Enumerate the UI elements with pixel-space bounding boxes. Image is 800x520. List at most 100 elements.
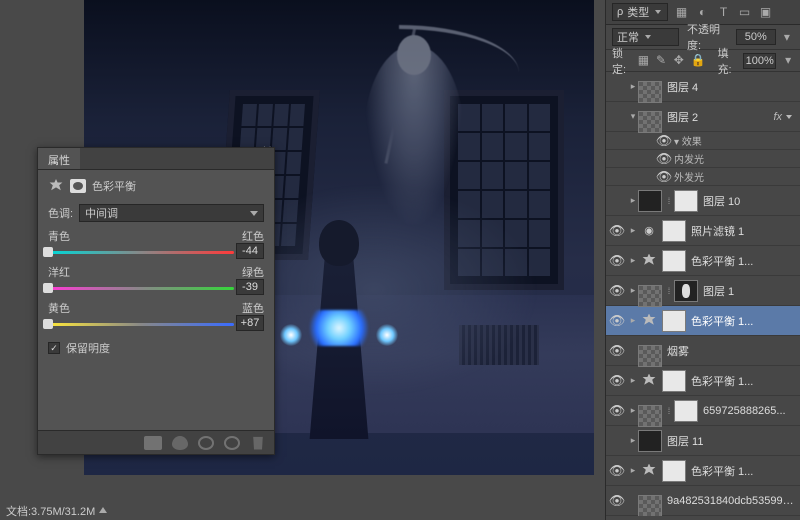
- layer-thumbnail[interactable]: [662, 460, 686, 482]
- slider-value[interactable]: -44: [236, 243, 264, 259]
- layer-row[interactable]: 👁 ▸ ◉ 照片滤镜 1: [606, 216, 800, 246]
- layer-name[interactable]: 图层 1: [700, 283, 796, 299]
- visibility-toggle[interactable]: 👁: [606, 493, 628, 509]
- visibility-toggle[interactable]: 👁: [606, 283, 628, 299]
- filter-adjust-icon[interactable]: ◐: [695, 5, 710, 20]
- tab-properties[interactable]: 属性: [38, 148, 80, 169]
- lock-pixels-icon[interactable]: ✎: [655, 53, 667, 68]
- visibility-toggle[interactable]: 👁: [606, 313, 628, 329]
- disclosure-triangle[interactable]: ▸: [628, 81, 638, 92]
- toggle-visibility-icon[interactable]: [172, 436, 188, 450]
- layer-row[interactable]: 👁 ▸ ⁞ 图层 1: [606, 276, 800, 306]
- layer-name[interactable]: 色彩平衡 1...: [688, 463, 796, 479]
- layer-row[interactable]: 👁 ▸ 色彩平衡 1...: [606, 456, 800, 486]
- blend-mode-select[interactable]: 正常: [612, 28, 679, 46]
- visibility-toggle[interactable]: 👁: [654, 151, 674, 167]
- disclosure-triangle[interactable]: ▸: [628, 225, 638, 236]
- disclosure-triangle[interactable]: ▸: [628, 255, 638, 266]
- preserve-luminosity-checkbox[interactable]: ✓ 保留明度: [48, 340, 264, 356]
- layer-thumbnail[interactable]: [638, 405, 662, 427]
- opacity-field[interactable]: 50%: [736, 29, 776, 45]
- effect-item[interactable]: 👁外发光: [606, 168, 800, 186]
- layer-thumbnail[interactable]: [662, 250, 686, 272]
- layer-thumbnail[interactable]: [674, 190, 698, 212]
- lock-all-icon[interactable]: 🔒: [691, 53, 706, 68]
- visibility-toggle[interactable]: 👁: [606, 403, 628, 419]
- layer-name[interactable]: 图层 11: [664, 433, 796, 449]
- layer-name[interactable]: 照片滤镜 1: [688, 223, 796, 239]
- layer-row[interactable]: 👁 9a482531840dcb535990...: [606, 486, 800, 516]
- fill-field[interactable]: 100%: [743, 53, 776, 69]
- layer-name[interactable]: 图层 4: [664, 79, 796, 95]
- tone-select[interactable]: 中间调: [79, 204, 264, 222]
- layer-row[interactable]: ▸ 图层 11: [606, 426, 800, 456]
- layer-thumbnail[interactable]: [638, 111, 662, 133]
- layer-thumbnail[interactable]: [674, 280, 698, 302]
- slider-value[interactable]: -39: [236, 279, 264, 295]
- visibility-toggle[interactable]: 👁: [606, 373, 628, 389]
- effect-item[interactable]: 👁内发光: [606, 150, 800, 168]
- filter-smart-icon[interactable]: ▣: [758, 5, 773, 20]
- color-slider[interactable]: -44: [48, 246, 264, 258]
- disclosure-triangle[interactable]: ▸: [628, 315, 638, 326]
- chevron-right-icon[interactable]: [99, 507, 107, 513]
- clip-to-layer-icon[interactable]: [144, 436, 162, 450]
- lock-position-icon[interactable]: ✥: [673, 53, 685, 68]
- layer-row[interactable]: ▸ ⁞ 图层 10: [606, 186, 800, 216]
- visibility-toggle[interactable]: 👁: [654, 169, 674, 185]
- layer-row[interactable]: 👁 ▸ 色彩平衡 1...: [606, 246, 800, 276]
- layer-name[interactable]: 色彩平衡 1...: [688, 313, 796, 329]
- layer-thumbnail[interactable]: [638, 430, 662, 452]
- disclosure-triangle[interactable]: ▸: [628, 285, 638, 296]
- delete-adjustment-icon[interactable]: [250, 436, 266, 450]
- visibility-toggle[interactable]: 👁: [606, 343, 628, 359]
- layer-row[interactable]: 👁 ▸ 色彩平衡 1...: [606, 366, 800, 396]
- filter-pixel-icon[interactable]: ▦: [674, 5, 689, 20]
- filter-shape-icon[interactable]: ▭: [737, 5, 752, 20]
- layer-row[interactable]: 👁 ▸ ⁞ 659725888265...: [606, 396, 800, 426]
- layer-thumbnail[interactable]: [638, 345, 662, 367]
- lock-transparent-icon[interactable]: ▦: [638, 53, 650, 68]
- effect-item[interactable]: 👁▾ 效果: [606, 132, 800, 150]
- layer-thumbnail[interactable]: [662, 310, 686, 332]
- layer-row[interactable]: ▸ 图层 4: [606, 72, 800, 102]
- visibility-toggle[interactable]: 👁: [606, 223, 628, 239]
- layer-name[interactable]: 图层 10: [700, 193, 796, 209]
- layer-thumbnail[interactable]: [674, 400, 698, 422]
- disclosure-triangle[interactable]: ▾: [628, 111, 638, 122]
- layer-row[interactable]: 👁 ▸ 色彩平衡 1...: [606, 306, 800, 336]
- disclosure-triangle[interactable]: ▸: [628, 375, 638, 386]
- disclosure-triangle[interactable]: ▸: [628, 405, 638, 416]
- layer-name[interactable]: 烟雾: [664, 343, 796, 359]
- filter-type-icon[interactable]: T: [716, 5, 731, 20]
- disclosure-triangle[interactable]: ▸: [628, 435, 638, 446]
- visibility-toggle[interactable]: 👁: [606, 463, 628, 479]
- layer-thumbnail[interactable]: [662, 220, 686, 242]
- balance-icon: [638, 251, 660, 271]
- layer-row[interactable]: ▾ 图层 2 fx: [606, 102, 800, 132]
- layer-kind-filter[interactable]: ρ类型: [612, 3, 668, 21]
- layer-thumbnail[interactable]: [662, 370, 686, 392]
- layer-row[interactable]: 👁 烟雾: [606, 336, 800, 366]
- slider-value[interactable]: +87: [236, 315, 264, 331]
- reset-previous-icon[interactable]: [198, 436, 214, 450]
- layer-thumbnail[interactable]: [638, 81, 662, 103]
- chevron-down-icon[interactable]: ▾: [780, 30, 794, 45]
- layer-thumbnail[interactable]: [638, 285, 662, 307]
- visibility-toggle[interactable]: 👁: [654, 133, 674, 149]
- fx-badge[interactable]: fx: [769, 111, 786, 123]
- color-slider[interactable]: +87: [48, 318, 264, 330]
- layer-name[interactable]: 9a482531840dcb535990...: [664, 495, 796, 507]
- color-slider[interactable]: -39: [48, 282, 264, 294]
- layer-name[interactable]: 659725888265...: [700, 405, 796, 417]
- layer-name[interactable]: 图层 2: [664, 109, 769, 125]
- disclosure-triangle[interactable]: ▸: [628, 195, 638, 206]
- layer-name[interactable]: 色彩平衡 1...: [688, 253, 796, 269]
- disclosure-triangle[interactable]: ▸: [628, 465, 638, 476]
- reset-default-icon[interactable]: [224, 436, 240, 450]
- layer-thumbnail[interactable]: [638, 190, 662, 212]
- visibility-toggle[interactable]: 👁: [606, 253, 628, 269]
- layer-thumbnail[interactable]: [638, 495, 662, 517]
- chevron-down-icon[interactable]: ▾: [782, 53, 794, 68]
- layer-name[interactable]: 色彩平衡 1...: [688, 373, 796, 389]
